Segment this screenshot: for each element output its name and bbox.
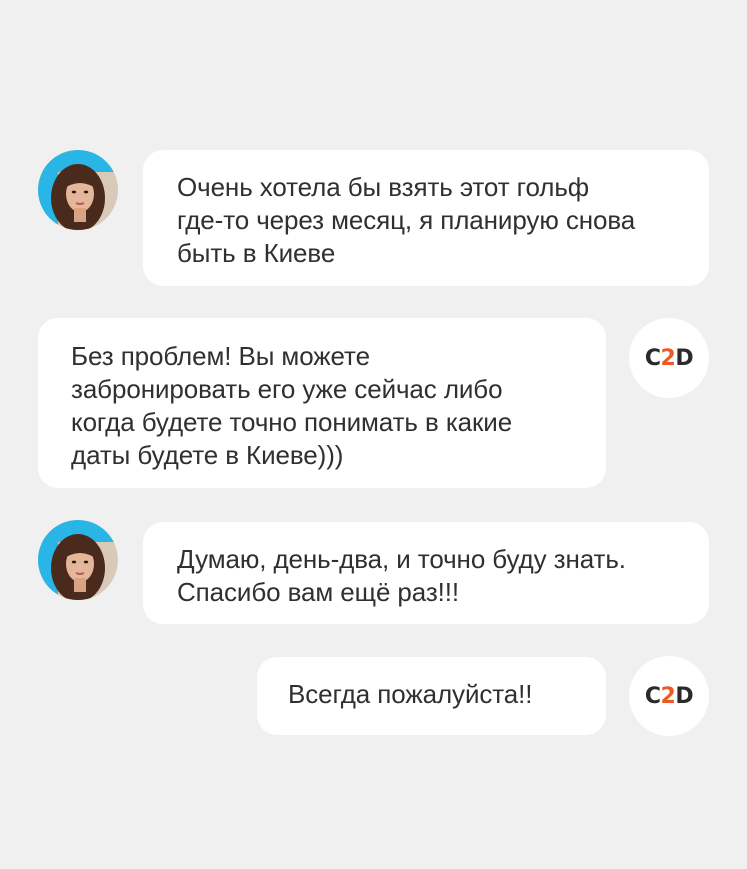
logo-letter-d: D <box>675 683 694 709</box>
logo-digit-2: 2 <box>660 683 676 709</box>
incoming-message-bubble: Очень хотела бы взять этот гольф где-то … <box>143 150 709 286</box>
message-text-line: Спасибо вам ещё раз!!! <box>177 577 460 607</box>
message-text-line: Всегда пожалуйста!! <box>288 679 533 709</box>
logo-letter-c: C <box>644 683 661 709</box>
company-logo-avatar: C2D <box>629 318 709 398</box>
company-logo-avatar: C2D <box>629 656 709 736</box>
logo-digit-2: 2 <box>660 345 676 371</box>
outgoing-message-bubble: Всегда пожалуйста!! <box>257 657 606 735</box>
message-text-line: забронировать его уже сейчас либо <box>71 374 503 404</box>
message-text-line: где-то через месяц, я планирую снова <box>177 205 636 235</box>
incoming-message-bubble: Думаю, день-два, и точно буду знать. Спа… <box>143 522 709 624</box>
message-text-line: даты будете в Киеве))) <box>71 440 344 470</box>
message-text-line: Думаю, день-два, и точно буду знать. <box>177 544 626 574</box>
logo-letter-c: C <box>644 345 661 371</box>
outgoing-message-bubble: Без проблем! Вы можете забронировать его… <box>38 318 606 488</box>
message-text-line: Очень хотела бы взять этот гольф <box>177 172 590 202</box>
message-text-line: Без проблем! Вы можете <box>71 341 370 371</box>
message-text-line: быть в Киеве <box>177 238 336 268</box>
user-avatar <box>38 150 118 230</box>
logo-letter-d: D <box>675 345 694 371</box>
user-avatar-icon <box>38 150 118 230</box>
user-avatar-icon <box>38 520 118 600</box>
message-text-line: когда будете точно понимать в какие <box>71 407 513 437</box>
user-avatar <box>38 520 118 600</box>
